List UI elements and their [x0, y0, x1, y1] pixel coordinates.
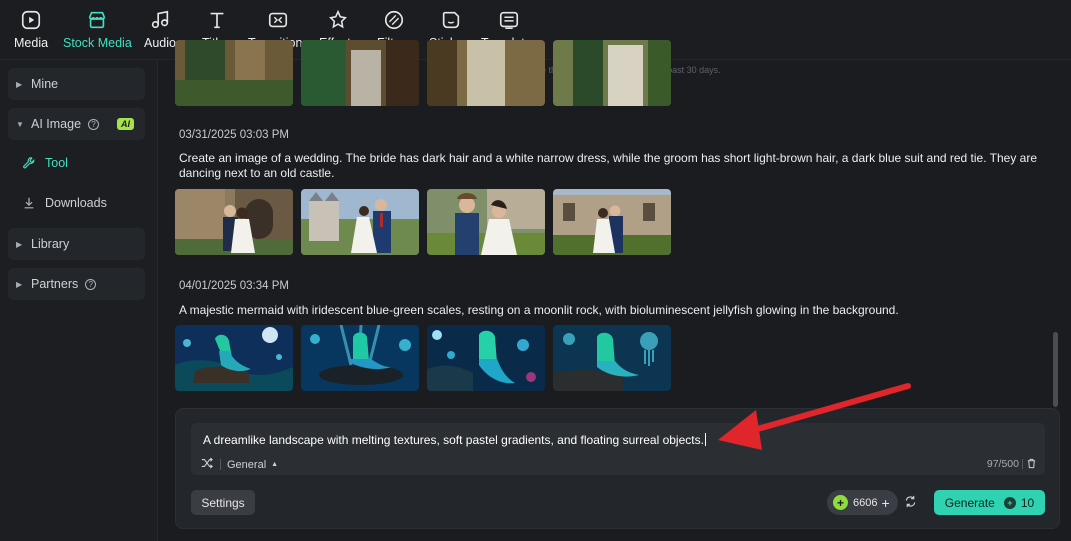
- credits-value: 6606: [853, 496, 878, 509]
- chevron-up-icon: ▲: [271, 461, 279, 468]
- help-icon[interactable]: ?: [88, 118, 100, 130]
- style-dropdown[interactable]: General ▲: [201, 457, 278, 472]
- templates-icon: [497, 8, 521, 32]
- chevron-right-icon: ▶: [16, 279, 23, 289]
- sidebar-item-label: Partners: [31, 277, 79, 291]
- generate-cost: 10: [1020, 495, 1035, 510]
- generated-image-thumbnail[interactable]: [427, 325, 545, 391]
- wrench-icon: [22, 156, 36, 170]
- stickers-icon: [439, 8, 463, 32]
- generate-button[interactable]: Generate + 10: [934, 490, 1045, 515]
- trash-icon[interactable]: [1025, 457, 1037, 469]
- generated-image-thumbnail[interactable]: [175, 189, 293, 255]
- credit-coin-icon: +: [1003, 496, 1016, 509]
- divider: [220, 459, 221, 470]
- prompt-input[interactable]: A dreamlike landscape with melting textu…: [191, 423, 1045, 475]
- sidebar-item-label: Tool: [45, 156, 68, 170]
- prompt-composer: A dreamlike landscape with melting textu…: [175, 408, 1060, 529]
- sidebar-item-ai-image[interactable]: ▼ AI Image ? AI: [8, 108, 145, 140]
- generated-image-thumbnail[interactable]: [427, 189, 545, 255]
- scrollbar[interactable]: [1053, 332, 1058, 407]
- chevron-right-icon: ▶: [16, 239, 23, 249]
- text-cursor: [704, 433, 706, 446]
- previous-thumbnails: [175, 40, 671, 106]
- toolbar-media[interactable]: Media: [14, 8, 48, 56]
- chevron-down-icon: ▼: [16, 119, 24, 129]
- style-value: General: [227, 458, 267, 471]
- entry-date: 03/31/2025 03:03 PM: [179, 129, 289, 141]
- prompt-text: A dreamlike landscape with melting textu…: [203, 433, 706, 447]
- ai-badge: AI: [117, 118, 135, 130]
- entry-date: 04/01/2025 03:34 PM: [179, 280, 289, 292]
- effects-icon: [326, 8, 350, 32]
- media-icon: [19, 8, 43, 32]
- generated-image-thumbnail[interactable]: [175, 325, 293, 391]
- filters-icon: [382, 8, 406, 32]
- sidebar-item-downloads[interactable]: Downloads: [22, 188, 107, 218]
- stock-media-icon: [85, 8, 109, 32]
- toolbar-audio[interactable]: Audio: [144, 8, 176, 56]
- sidebar-item-library[interactable]: ▶ Library: [8, 228, 145, 260]
- sidebar-item-partners[interactable]: ▶ Partners ?: [8, 268, 145, 300]
- transitions-icon: [266, 8, 290, 32]
- generated-image-thumbnail[interactable]: [553, 189, 671, 255]
- refresh-icon[interactable]: [904, 495, 918, 509]
- generated-image-thumbnail[interactable]: [301, 189, 419, 255]
- sidebar-item-label: Downloads: [45, 196, 107, 210]
- sidebar-item-label: Library: [31, 237, 70, 251]
- sidebar: ▶ Mine ▼ AI Image ? AI Tool Downloads ▶ …: [0, 60, 158, 541]
- entry-prompt: Create an image of a wedding. The bride …: [179, 151, 1038, 180]
- generated-image-thumbnail[interactable]: [553, 325, 671, 391]
- divider: [1022, 459, 1023, 469]
- credits-balance[interactable]: + 6606 +: [827, 490, 898, 515]
- sidebar-item-label: Mine: [31, 77, 59, 91]
- generated-image-thumbnail[interactable]: [175, 40, 293, 106]
- entry-thumbnails: [175, 325, 671, 391]
- generated-image-thumbnail[interactable]: [301, 40, 419, 106]
- chevron-right-icon: ▶: [16, 79, 23, 89]
- credit-coin-icon: +: [833, 495, 848, 510]
- generate-label: Generate: [944, 495, 995, 510]
- shuffle-icon[interactable]: [201, 457, 213, 472]
- sidebar-item-label: AI Image: [31, 117, 82, 131]
- sidebar-item-mine[interactable]: ▶ Mine: [8, 68, 145, 100]
- audio-icon: [148, 8, 172, 32]
- entry-thumbnails: [175, 189, 671, 255]
- add-credits-icon[interactable]: +: [881, 495, 889, 511]
- sidebar-item-tool[interactable]: Tool: [22, 148, 68, 178]
- generated-image-thumbnail[interactable]: [301, 325, 419, 391]
- generated-image-thumbnail[interactable]: [553, 40, 671, 106]
- help-icon[interactable]: ?: [85, 278, 97, 290]
- character-counter: 97/500: [986, 458, 1019, 470]
- settings-button[interactable]: Settings: [191, 490, 255, 515]
- toolbar-stock-media[interactable]: Stock Media: [63, 8, 132, 56]
- generated-image-thumbnail[interactable]: [427, 40, 545, 106]
- titles-icon: [205, 8, 229, 32]
- generation-history: You can browse the generated records for…: [159, 40, 1071, 541]
- entry-prompt: A majestic mermaid with iridescent blue-…: [179, 303, 899, 317]
- download-icon: [22, 196, 36, 210]
